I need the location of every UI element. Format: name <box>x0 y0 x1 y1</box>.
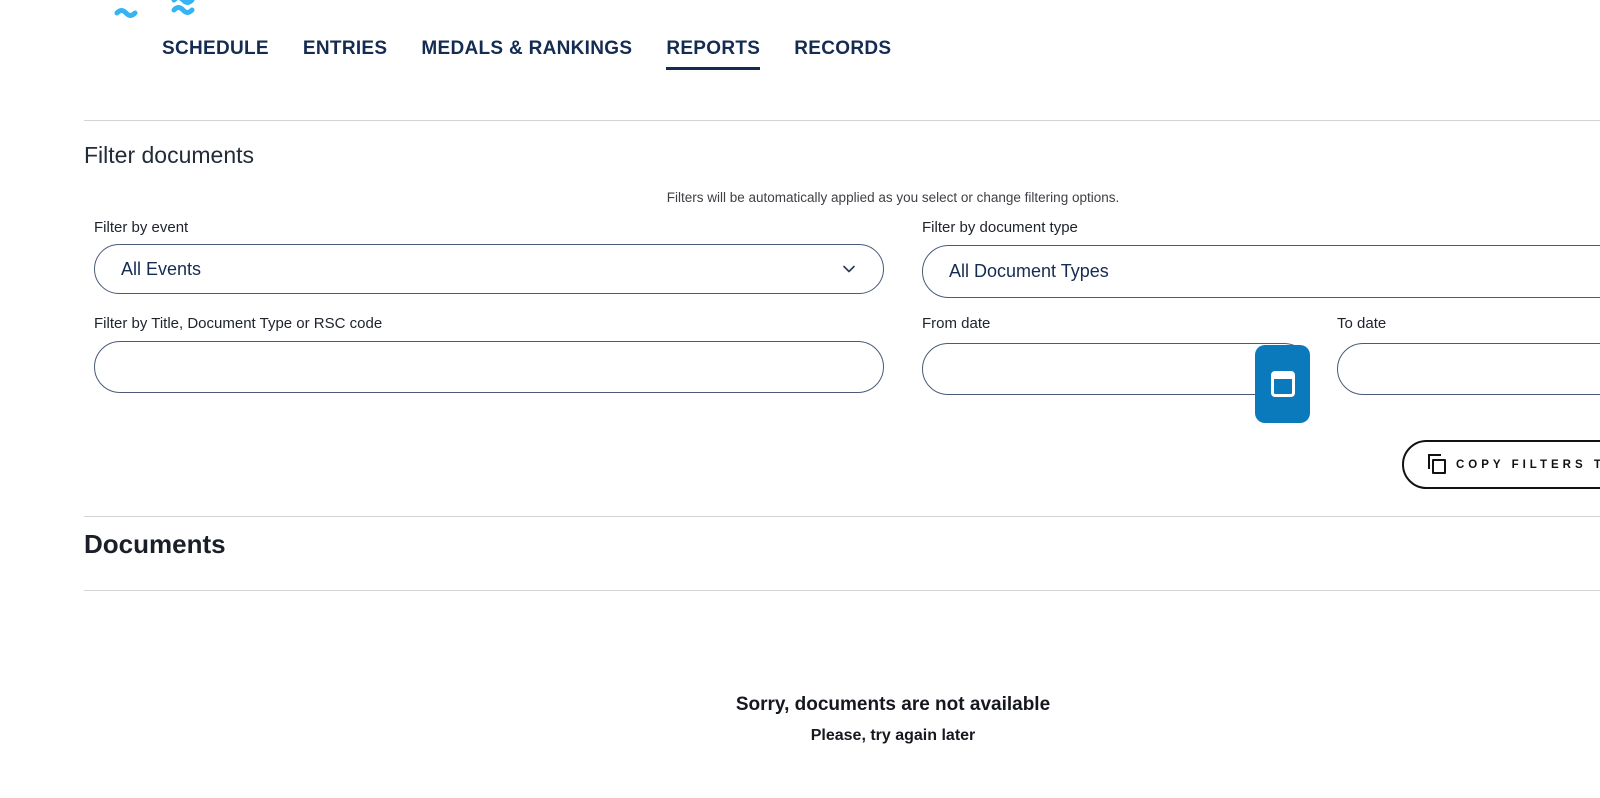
filter-helper-text: Filters will be automatically applied as… <box>0 190 1600 205</box>
copy-filters-button[interactable]: COPY FILTERS TO <box>1402 440 1600 489</box>
documents-empty-title: Sorry, documents are not available <box>0 694 1600 716</box>
tab-reports[interactable]: REPORTS <box>666 38 760 70</box>
search-filter-field <box>94 341 884 393</box>
documents-section-title: Documents <box>84 529 226 560</box>
calendar-button[interactable] <box>1255 345 1310 423</box>
event-filter-label: Filter by event <box>94 219 188 236</box>
section-tabs: SCHEDULE ENTRIES MEDALS & RANKINGS REPOR… <box>162 38 891 70</box>
tab-records[interactable]: RECORDS <box>794 38 891 70</box>
chevron-down-icon <box>841 261 857 277</box>
search-filter-label: Filter by Title, Document Type or RSC co… <box>94 315 382 332</box>
copy-icon <box>1428 454 1448 476</box>
nav-divider <box>84 120 1600 121</box>
from-date-label: From date <box>922 315 990 332</box>
search-filter-input[interactable] <box>121 342 857 392</box>
documents-empty-subtitle: Please, try again later <box>0 727 1600 745</box>
from-date-field <box>922 343 1310 395</box>
doctype-filter-value: All Document Types <box>949 261 1600 282</box>
to-date-label: To date <box>1337 315 1386 332</box>
tab-medals-rankings[interactable]: MEDALS & RANKINGS <box>421 38 632 70</box>
documents-top-divider <box>84 516 1600 517</box>
event-filter-value: All Events <box>121 259 831 280</box>
doctype-filter-select[interactable]: All Document Types <box>922 245 1600 298</box>
from-date-input[interactable] <box>949 344 1283 394</box>
filter-section-title: Filter documents <box>84 142 254 169</box>
double-wave-logo-icon <box>170 0 198 23</box>
page: SCHEDULE ENTRIES MEDALS & RANKINGS REPOR… <box>0 0 1600 798</box>
to-date-input[interactable] <box>1364 344 1600 394</box>
tab-entries[interactable]: ENTRIES <box>303 38 387 70</box>
event-filter-select[interactable]: All Events <box>94 244 884 294</box>
copy-filters-button-label: COPY FILTERS TO <box>1456 459 1600 471</box>
tab-schedule[interactable]: SCHEDULE <box>162 38 269 70</box>
to-date-field <box>1337 343 1600 395</box>
doctype-filter-label: Filter by document type <box>922 219 1078 236</box>
documents-bottom-divider <box>84 590 1600 591</box>
wave-logo-icon <box>114 4 140 25</box>
calendar-icon <box>1271 371 1295 397</box>
